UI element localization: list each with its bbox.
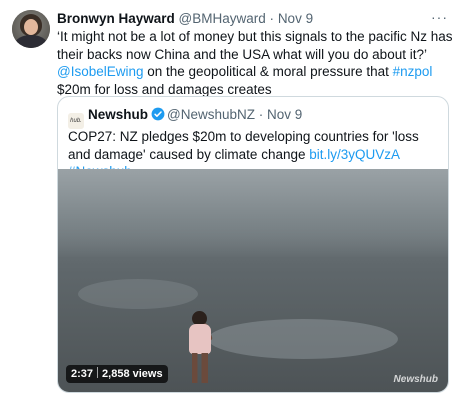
- video-views: 2,858 views: [102, 368, 163, 380]
- tweet-text-part2: on the geopolitical & moral pressure tha…: [143, 64, 393, 79]
- separator-dot: ·: [269, 11, 275, 26]
- quoted-separator-dot: ·: [258, 107, 264, 122]
- tweet[interactable]: Bronwyn Hayward @BMHayward · Nov 9 ··· ‘…: [0, 0, 460, 402]
- badge-divider: [97, 367, 99, 378]
- tweet-text: ‘It might not be a lot of money but this…: [57, 28, 455, 98]
- author-handle[interactable]: @BMHayward: [179, 11, 266, 26]
- newshub-logo[interactable]: hub.: [68, 113, 84, 129]
- quoted-tweet-header: hub. Newshub @NewshubNZ · Nov 9: [68, 107, 302, 129]
- video-player[interactable]: 2:37 2,858 views Newshub: [58, 169, 448, 392]
- tweet-header: Bronwyn Hayward @BMHayward · Nov 9 ···: [57, 9, 448, 27]
- avatar[interactable]: [12, 10, 50, 48]
- verified-badge-icon: [151, 107, 165, 121]
- child-body: [189, 324, 211, 354]
- mention-link[interactable]: @IsobelEwing: [57, 64, 144, 79]
- quoted-link[interactable]: bit.ly/3yQUVzA: [309, 147, 399, 162]
- hashtag-link[interactable]: #nzpol: [393, 64, 433, 79]
- video-watermark: Newshub: [393, 374, 438, 385]
- video-reflection-left: [78, 279, 198, 309]
- author-name[interactable]: Bronwyn Hayward: [57, 11, 175, 26]
- video-water: [58, 169, 448, 259]
- video-reflection: [208, 319, 398, 359]
- tweet-text-part3: $20m for loss and damages creates: [57, 81, 272, 97]
- avatar-face: [24, 19, 38, 35]
- child-legs: [192, 353, 208, 383]
- quoted-author-name[interactable]: Newshub: [88, 107, 148, 122]
- quoted-tweet[interactable]: hub. Newshub @NewshubNZ · Nov 9 COP27: NZ …: [57, 96, 449, 393]
- more-icon[interactable]: ···: [431, 9, 448, 25]
- tweet-text-part1: ‘It might not be a lot of money but this…: [57, 29, 453, 62]
- video-child-figure: [178, 311, 228, 391]
- quoted-date[interactable]: Nov 9: [267, 107, 302, 122]
- avatar-shirt: [15, 35, 47, 48]
- video-duration: 2:37: [71, 368, 94, 380]
- video-stats-badge: 2:37 2,858 views: [66, 365, 168, 383]
- quoted-author-handle[interactable]: @NewshubNZ: [167, 107, 255, 122]
- tweet-date[interactable]: Nov 9: [278, 11, 313, 26]
